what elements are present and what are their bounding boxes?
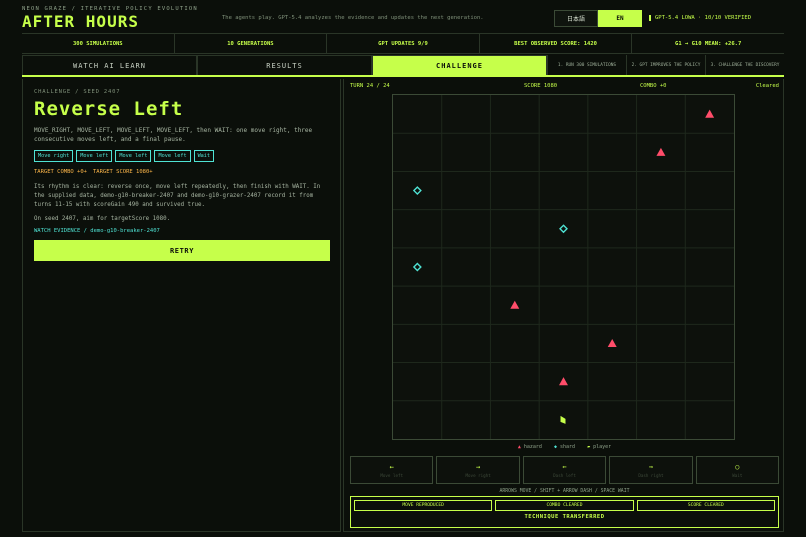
move-right-button[interactable]: → Move right bbox=[436, 456, 520, 484]
stat-gpt-updates: GPT UPDATES 9/9 bbox=[327, 34, 480, 53]
hazard-marker bbox=[607, 338, 617, 348]
retry-button[interactable]: RETRY bbox=[34, 240, 330, 261]
workflow-steps: 1. RUN 300 SIMULATIONS 2. GPT IMPROVES T… bbox=[547, 55, 784, 75]
arrow-right-icon: → bbox=[476, 462, 481, 471]
player-marker bbox=[560, 415, 566, 424]
tab-watch-ai-learn[interactable]: WATCH AI LEARN bbox=[22, 55, 197, 75]
stats-bar: 300 SIMULATIONS 10 GENERATIONS GPT UPDAT… bbox=[22, 33, 784, 54]
lang-ja-button[interactable]: 日本語 bbox=[554, 10, 598, 27]
hazard-marker bbox=[705, 109, 715, 118]
shard-marker bbox=[412, 262, 422, 272]
shard-marker bbox=[412, 186, 422, 196]
double-arrow-right-icon: ⇒ bbox=[648, 462, 654, 471]
turn-counter: TURN 24 / 24 bbox=[350, 83, 390, 89]
legend-hazard: hazard bbox=[523, 444, 542, 450]
hazard-marker bbox=[559, 377, 568, 386]
result-score-cleared: SCORE CLEARED bbox=[636, 500, 775, 511]
legend-player: player bbox=[593, 444, 612, 450]
seed-line: On seed 2407, aim for targetScore 1080. bbox=[34, 216, 171, 222]
control-caption: Dash right bbox=[638, 472, 664, 478]
legend-shard: shard bbox=[559, 444, 576, 450]
stat-mean: G1 → G10 MEAN: +26.7 bbox=[675, 40, 742, 47]
challenge-panel: CHALLENGE / SEED 2407 Reverse Left MOVE_… bbox=[22, 79, 341, 532]
lang-en-button[interactable]: EN bbox=[598, 10, 642, 27]
move-chip: Move left bbox=[115, 150, 152, 162]
control-caption: Wait bbox=[732, 472, 743, 478]
score-readout: SCORE 1080 bbox=[524, 83, 558, 89]
player-icon: ▰ bbox=[587, 444, 591, 450]
keyboard-hint: ARROWS MOVE / SHIFT + ARROW DASH / SPACE… bbox=[499, 489, 630, 494]
control-caption: Move right bbox=[465, 472, 491, 478]
step-challenge[interactable]: 3. CHALLENGE THE DISCOVERY bbox=[705, 55, 784, 75]
tagline: The agents play. GPT-5.4 analyzes the ev… bbox=[222, 15, 484, 21]
step-gpt-improves[interactable]: 2. GPT IMPROVES THE POLICY bbox=[626, 55, 705, 75]
result-move-reproduced: MOVE REPRODUCED bbox=[354, 500, 493, 511]
dash-left-button[interactable]: ⇐ Dash left bbox=[522, 456, 607, 484]
result-box: MOVE REPRODUCED COMBO CLEARED SCORE CLEA… bbox=[350, 496, 779, 528]
move-sequence: Move right Move left Move left Move left… bbox=[34, 150, 329, 162]
move-chip: Move left bbox=[154, 150, 191, 162]
result-combo-cleared: COMBO CLEARED bbox=[495, 500, 634, 511]
hazard-marker bbox=[510, 300, 520, 309]
arrow-left-icon: ← bbox=[389, 462, 394, 471]
breadcrumb: CHALLENGE / SEED 2407 bbox=[34, 89, 121, 95]
combo-readout: COMBO +0 bbox=[640, 83, 667, 89]
hazard-icon: ▲ bbox=[517, 444, 521, 450]
move-chip: Wait bbox=[193, 150, 215, 162]
page-title: Reverse Left bbox=[34, 98, 184, 120]
move-chip: Move right bbox=[34, 150, 74, 162]
circle-icon: ○ bbox=[735, 462, 740, 471]
step-run-simulations[interactable]: 1. RUN 300 SIMULATIONS bbox=[547, 55, 626, 75]
game-board[interactable] bbox=[392, 94, 735, 440]
game-hud: TURN 24 / 24 SCORE 1080 COMBO +0 Cleared bbox=[350, 83, 779, 93]
brand-title: AFTER HOURS bbox=[22, 12, 139, 31]
stat-generations: 10 GENERATIONS bbox=[175, 34, 328, 53]
stat-best-score: BEST OBSERVED SCORE: 1420 bbox=[480, 34, 633, 53]
dash-right-button[interactable]: ⇒ Dash right bbox=[609, 456, 693, 484]
shard-icon: ◆ bbox=[553, 444, 557, 450]
challenge-description: Its rhythm is clear: reverse once, move … bbox=[34, 184, 321, 208]
targets: TARGET COMBO +0+ TARGET SCORE 1080+ bbox=[34, 169, 329, 175]
control-pad: ← Move left → Move right ⇐ Dash left ⇒ D… bbox=[350, 456, 780, 484]
target-score: TARGET SCORE 1080+ bbox=[92, 169, 153, 175]
tab-results[interactable]: RESULTS bbox=[197, 55, 372, 75]
move-chip: Move left bbox=[76, 150, 113, 162]
hazard-marker bbox=[656, 147, 666, 156]
moves-description: MOVE_RIGHT, MOVE_LEFT, MOVE_LEFT, MOVE_L… bbox=[34, 127, 313, 143]
main-nav: WATCH AI LEARN RESULTS CHALLENGE 1. RUN … bbox=[22, 55, 784, 77]
game-panel: TURN 24 / 24 SCORE 1080 COMBO +0 Cleared… bbox=[343, 79, 784, 532]
stat-simulations: 300 SIMULATIONS bbox=[22, 34, 175, 53]
header: NEON GRAZE / ITERATIVE POLICY EVOLUTION … bbox=[22, 6, 784, 32]
double-arrow-left-icon: ⇐ bbox=[562, 462, 567, 471]
control-caption: Dash left bbox=[553, 472, 576, 478]
result-chips: MOVE REPRODUCED COMBO CLEARED SCORE CLEA… bbox=[354, 500, 775, 511]
control-caption: Move left bbox=[380, 472, 404, 478]
target-combo: TARGET COMBO +0+ bbox=[34, 169, 87, 175]
board-legend: ▲ hazard ◆ shard ▰ player bbox=[344, 444, 785, 450]
wait-button[interactable]: ○ Wait bbox=[695, 456, 780, 484]
app-frame: NEON GRAZE / ITERATIVE POLICY EVOLUTION … bbox=[22, 6, 784, 532]
technique-transferred: TECHNIQUE TRANSFERRED bbox=[524, 514, 605, 520]
shard-marker bbox=[559, 224, 568, 234]
tab-challenge[interactable]: CHALLENGE bbox=[372, 55, 547, 75]
model-badge: GPT-5.4 LOWA · 10/10 VERIFIED bbox=[649, 15, 751, 21]
watch-evidence-link[interactable]: WATCH EVIDENCE / demo-g10-breaker-2407 bbox=[34, 228, 329, 234]
move-left-button[interactable]: ← Move left bbox=[350, 456, 434, 484]
status-badge: Cleared bbox=[755, 83, 779, 89]
